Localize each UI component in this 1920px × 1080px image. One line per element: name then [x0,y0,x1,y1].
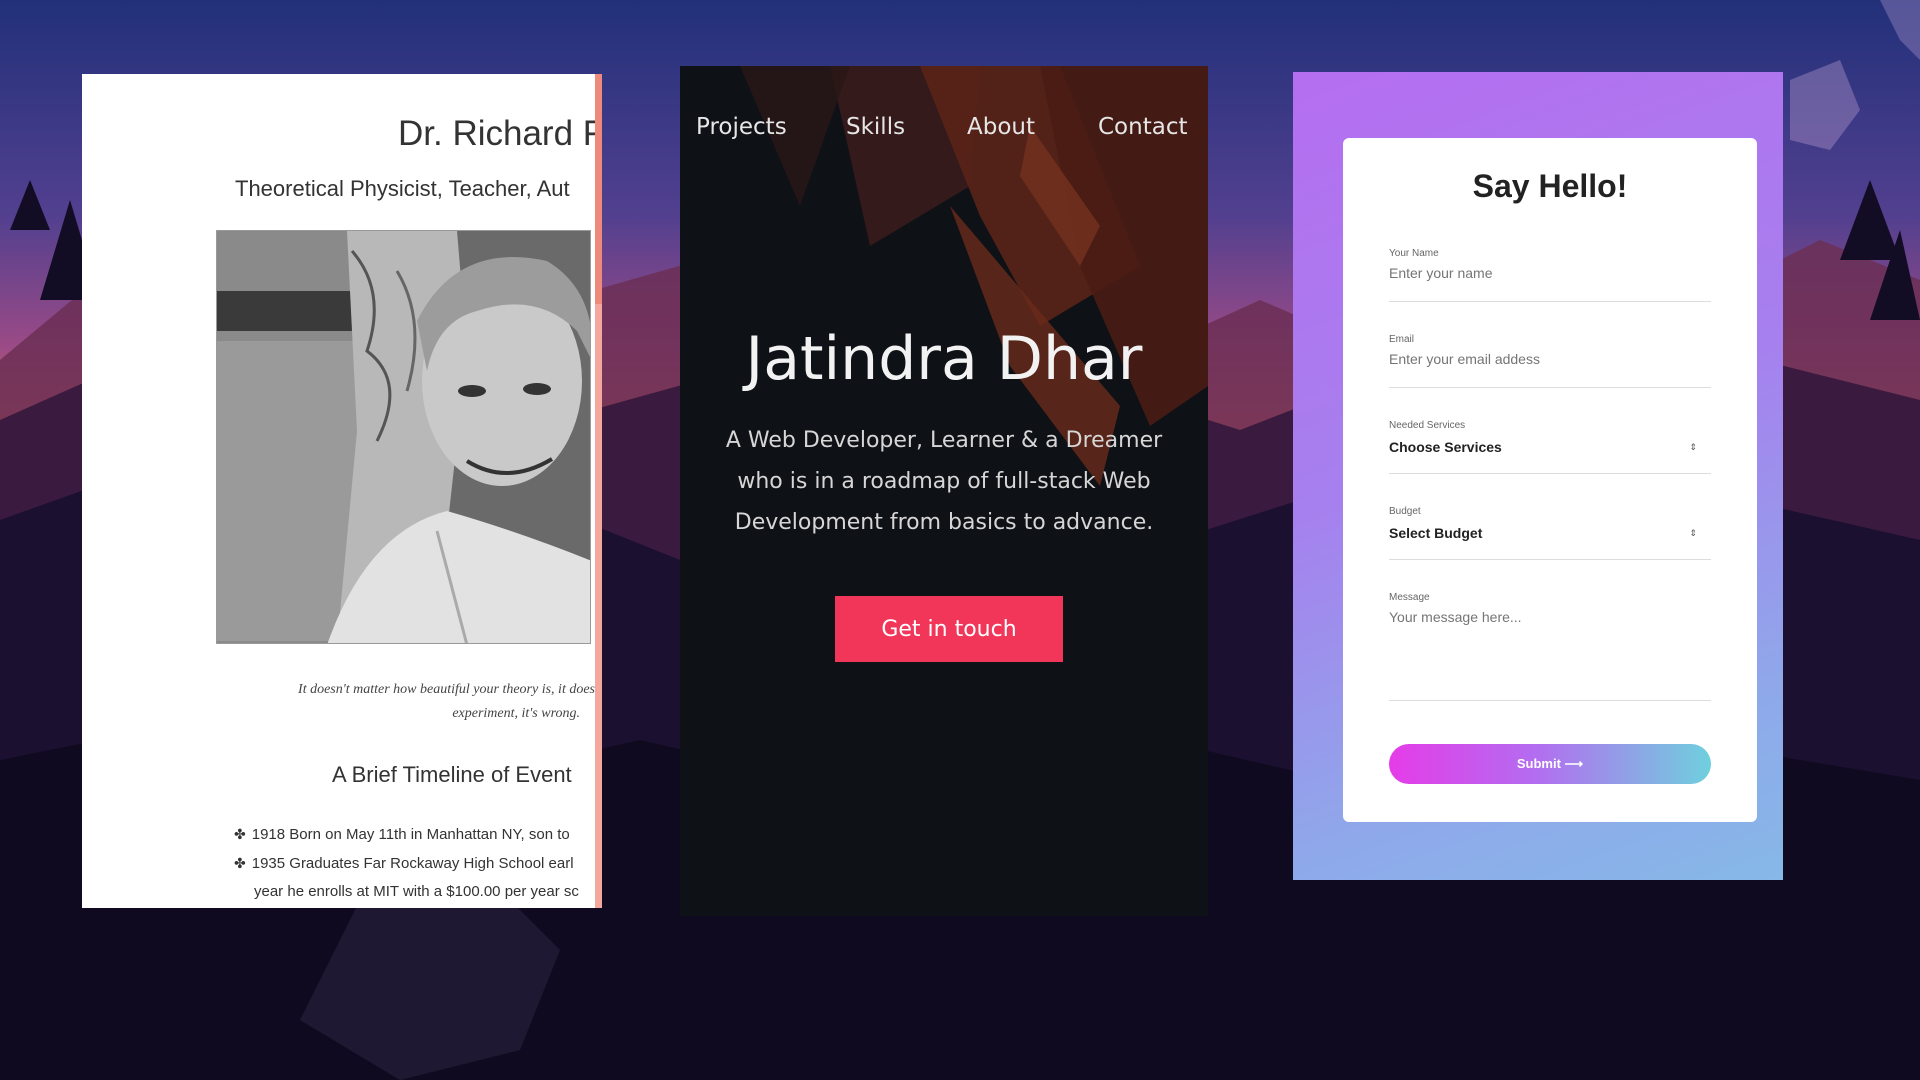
select-arrows-icon: ⇕ [1689,527,1697,538]
description-line: A Web Developer, Learner & a Dreamer [725,428,1163,453]
name-label: Your Name [1389,248,1439,259]
nav-skills[interactable]: Skills [846,114,905,140]
quote-line-2: experiment, it's wrong. [452,706,580,721]
message-label: Message [1389,592,1430,603]
portrait-image [216,230,591,644]
services-label: Needed Services [1389,420,1466,431]
form-title: Say Hello! [1472,168,1628,204]
description-line: Development from basics to advance. [734,510,1154,535]
name-field: Your Name [1389,248,1711,302]
nav-projects[interactable]: Projects [696,114,787,140]
email-field: Email [1389,334,1711,388]
bullet-icon: ✤ [234,826,246,842]
message-textarea[interactable] [1389,603,1711,701]
top-navigation: Projects Skills About Contact [680,114,1208,148]
email-input[interactable] [1389,345,1711,388]
timeline-list: ✤ 1918 Born on May 11th in Manhattan NY, … [234,820,579,906]
scrollbar-track[interactable] [595,74,602,908]
bullet-icon: ✤ [234,855,246,871]
budget-select[interactable]: Select Budget ⇕ [1389,517,1711,560]
tribute-page-card: Dr. Richard F Theoretical Physicist, Tea… [82,74,602,908]
message-field: Message [1389,592,1711,701]
services-select[interactable]: Choose Services ⇕ [1389,431,1711,474]
name-input[interactable] [1389,259,1711,302]
quote-line-1: It doesn't matter how beautiful your the… [298,682,602,697]
portfolio-card: Projects Skills About Contact Jatindra D… [680,66,1208,916]
budget-field: Budget Select Budget ⇕ [1389,506,1711,560]
hero-description: A Web Developer, Learner & a Dreamer who… [724,420,1164,543]
select-arrows-icon: ⇕ [1689,441,1697,452]
contact-form-card: Say Hello! Your Name Email Needed Servic… [1293,72,1783,880]
submit-button[interactable]: Submit ⟶ [1389,744,1711,784]
timeline-item: ✤ 1935 Graduates Far Rockaway High School… [234,855,574,872]
timeline-item: ✤ 1918 Born on May 11th in Manhattan NY, … [234,826,570,843]
timeline-item-continued: year he enrolls at MIT with a $100.00 pe… [254,883,579,900]
scrollbar-thumb[interactable] [595,74,602,304]
page-subtitle: Theoretical Physicist, Teacher, Aut [235,176,570,201]
services-field: Needed Services Choose Services ⇕ [1389,420,1711,474]
nav-contact[interactable]: Contact [1098,114,1187,140]
budget-selected-value: Select Budget [1389,525,1483,541]
description-line: who is in a roadmap of full-stack Web [737,469,1151,494]
email-label: Email [1389,334,1415,345]
get-in-touch-button[interactable]: Get in touch [835,596,1063,662]
budget-label: Budget [1389,506,1421,517]
contact-form: Say Hello! Your Name Email Needed Servic… [1343,138,1757,822]
quote: It doesn't matter how beautiful your the… [202,678,602,726]
services-selected-value: Choose Services [1389,439,1502,455]
hero-name: Jatindra Dhar [745,324,1143,394]
page-title: Dr. Richard F [398,114,602,153]
timeline-heading: A Brief Timeline of Event [332,762,572,787]
nav-about[interactable]: About [967,114,1035,140]
